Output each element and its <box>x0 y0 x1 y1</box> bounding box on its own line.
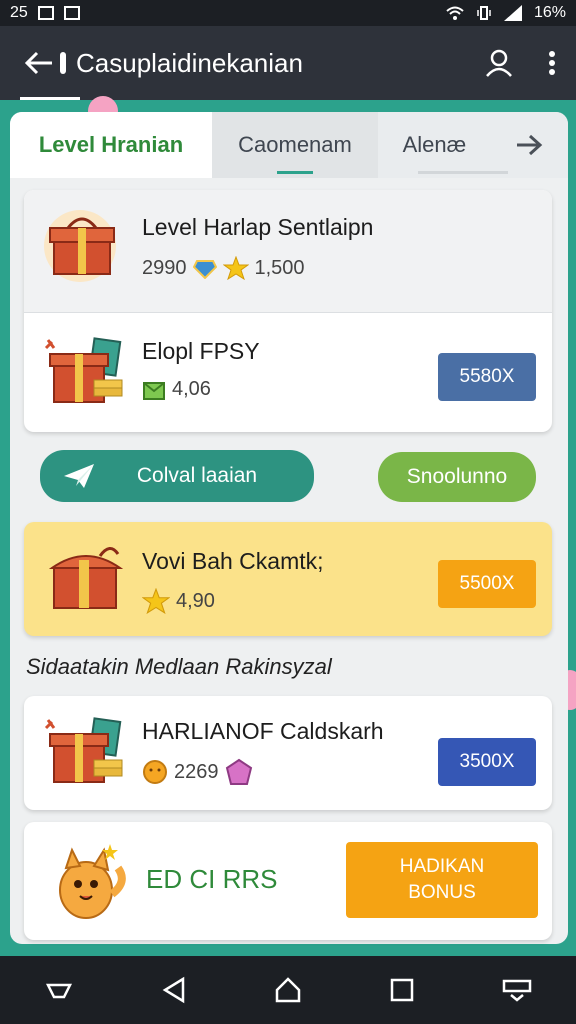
card1-title: Level Harlap Sentlaipn <box>142 214 374 240</box>
bonus-button[interactable]: HADIKAN BONUS <box>346 842 538 918</box>
app-title-text: Casuplaidinekanian <box>76 47 303 78</box>
card3-title: Vovi Bah Ckamtk; <box>142 548 324 574</box>
left-action-button[interactable]: Colval laaian <box>40 450 314 502</box>
right-action-button[interactable]: Snoolunno <box>378 452 536 502</box>
gift-box-icon <box>44 337 123 403</box>
card4-value: 2269 <box>174 760 219 783</box>
mascot-icon <box>59 844 126 919</box>
card4-values: 2269 <box>142 758 253 786</box>
wifi-icon <box>446 6 464 20</box>
status-bar: 25 16% <box>0 0 576 26</box>
tab-second-label: Caomenam <box>238 132 352 157</box>
recents-nav-icon[interactable] <box>389 977 415 1003</box>
section-heading: Sidaatakin Medlaan Rakinsyzal <box>26 654 332 679</box>
tab-third-indicator <box>418 171 508 174</box>
star-icon <box>142 588 170 614</box>
card1-value1: 2990 <box>142 256 187 279</box>
vibrate-icon <box>477 6 491 20</box>
tab-second[interactable]: Caomenam <box>212 112 378 178</box>
tab-level-label: Level Hranian <box>38 132 184 157</box>
chest-icon <box>48 547 124 609</box>
paper-plane-icon <box>64 464 94 488</box>
tab-level[interactable]: Level Hranian <box>10 112 212 178</box>
treasure-chest-icon <box>44 210 116 282</box>
page-title: Casuplaidinekanian <box>60 48 303 79</box>
card2-value: 4,06 <box>172 378 211 400</box>
card4-title: HARLIANOF Caldskarh <box>142 718 384 744</box>
battery-level: 16% <box>533 4 566 21</box>
card5-label: ED CI RRS <box>146 864 278 894</box>
tab-third[interactable]: Alenæ <box>378 112 568 178</box>
card2-buy-button[interactable]: 5580X <box>438 353 536 401</box>
more-options-icon[interactable] <box>548 50 556 76</box>
card1-value2: 1,500 <box>254 256 305 279</box>
card1-values: 2990 1,500 <box>142 256 305 280</box>
coin-face-icon <box>143 760 167 784</box>
signal-icon <box>503 5 522 21</box>
card3-value: 4,90 <box>176 589 215 612</box>
image-notification-icon <box>37 6 54 20</box>
back-nav-icon[interactable] <box>161 976 187 1004</box>
tab-bar: Level Hranian Caomenam Alenæ <box>10 112 568 178</box>
card2-values: 4,06 <box>142 378 211 401</box>
gem-icon <box>192 260 217 279</box>
card4-buy-button[interactable]: 3500X <box>438 738 536 786</box>
home-nav-icon[interactable] <box>274 976 302 1004</box>
profile-icon[interactable] <box>484 48 514 78</box>
keyboard-icon[interactable] <box>502 977 532 1003</box>
gift-box-icon <box>44 717 123 783</box>
card2-title: Elopl FPSY <box>142 338 260 364</box>
photo-notification-icon <box>63 6 80 20</box>
card-divider <box>24 312 552 313</box>
title-marker <box>60 52 66 74</box>
left-action-label: Colval laaian <box>136 464 258 487</box>
tab-third-label: Alenæ <box>402 132 467 157</box>
rotate-icon[interactable] <box>44 977 74 1003</box>
system-nav-bar <box>0 956 576 1024</box>
arrow-right-icon[interactable] <box>515 134 543 156</box>
status-time: 25 <box>10 4 28 21</box>
tab-indicator <box>277 171 313 174</box>
card3-buy-button[interactable]: 5500X <box>438 560 536 608</box>
back-arrow-icon[interactable] <box>24 51 54 75</box>
star-icon <box>222 256 249 280</box>
card3-values: 4,90 <box>142 588 215 614</box>
app-bar: Casuplaidinekanian <box>0 26 576 100</box>
green-gem-icon <box>143 381 165 400</box>
purple-gem-icon <box>225 758 252 785</box>
